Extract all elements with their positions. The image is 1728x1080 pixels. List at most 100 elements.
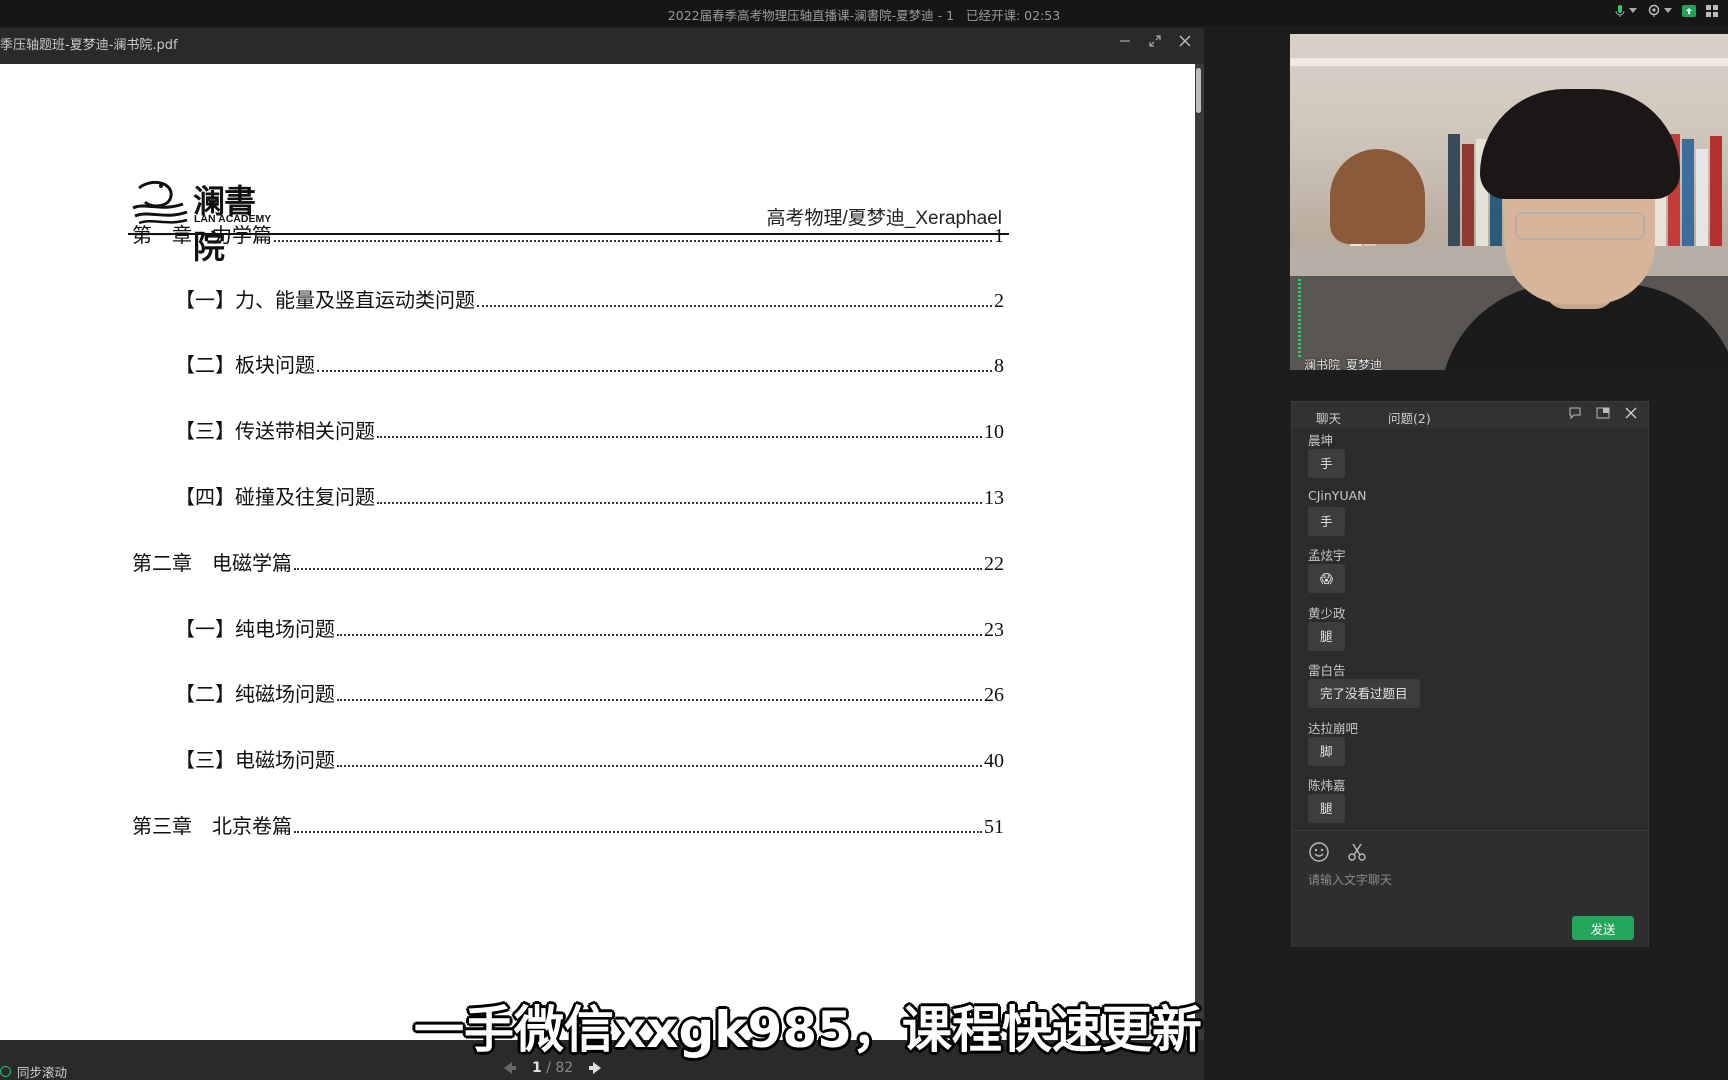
toc-chapter-1[interactable]: 第一章 力学篇 1 [132,220,1004,248]
vertical-scrollbar[interactable] [1195,64,1204,1040]
sync-scroll-toggle[interactable]: 同步滚动 [0,1062,67,1080]
send-button[interactable]: 发送 [1572,916,1634,940]
chat-message: 晨坤 手 [1308,430,1638,488]
camera-toggle[interactable] [1647,4,1672,18]
chat-username: 雷白告 [1308,663,1346,678]
toc-page: 13 [984,487,1004,509]
toc-page: 40 [984,750,1004,772]
app-root: 2022届春季高考物理压轴直播课-澜書院-夏梦迪 - 1 已经开课: 02:53… [0,0,1728,1080]
prev-page-icon[interactable] [500,1060,518,1076]
chat-tab-bar: 聊天 问题(2) [1292,402,1648,428]
toc-leader [337,634,982,636]
pdf-page[interactable]: 澜書院 LAN ACADEMY 高考物理/夏梦迪_Xeraphael 第一章 力… [0,64,1195,1040]
toc-leader [317,370,992,372]
chat-bubble: 手 [1308,506,1345,536]
toc-leader [274,240,992,242]
chat-message: 雷白告 完了没看过题目 [1308,660,1638,718]
toc-leader [377,436,982,438]
toc-section[interactable]: 【三】传送带相关问题 10 [175,416,1004,444]
toc-leader [294,831,982,833]
chat-username: CJinYUAN [1308,487,1367,503]
toc-page: 8 [994,355,1004,377]
toc-leader [337,699,982,701]
close-button[interactable] [1176,32,1194,50]
toc-leader [477,305,992,307]
toc-title: 【四】碰撞及往复问题 [175,485,375,509]
toc-page: 23 [984,619,1004,641]
toc-page: 10 [984,421,1004,443]
scrollbar-thumb[interactable] [1196,68,1201,113]
teacher-glasses [1515,212,1645,240]
toc-section[interactable]: 【四】碰撞及往复问题 13 [175,482,1004,510]
screen-share-icon [1682,5,1696,17]
expand-icon [1149,35,1161,47]
toc-title: 第二章 电磁学篇 [132,551,292,575]
minimize-button[interactable] [1116,32,1134,50]
tab-chat[interactable]: 聊天 [1316,408,1341,427]
sync-radio-icon [0,1066,11,1077]
top-title-bar: 2022届春季高考物理压轴直播课-澜書院-夏梦迪 - 1 已经开课: 02:53 [0,0,1728,26]
close-icon[interactable] [1624,406,1638,420]
close-icon [1179,35,1191,47]
minimize-icon [1120,40,1130,42]
toc-page: 51 [984,816,1004,838]
grid-icon [1706,5,1718,17]
toc-page: 1 [994,225,1004,247]
toc-section[interactable]: 【二】纯磁场问题 26 [175,679,1004,707]
chat-input-placeholder[interactable]: 请输入文字聊天 [1308,871,1392,888]
teacher-video-feed: 澜书院_夏梦迪 [1290,34,1728,370]
chat-bubble: 腿 [1308,794,1345,823]
toc-title: 【三】电磁场问题 [175,748,335,772]
toc-section[interactable]: 【一】纯电场问题 23 [175,614,1004,642]
microphone-icon [1615,5,1625,17]
toc-section[interactable]: 【三】电磁场问题 40 [175,745,1004,773]
popout-icon[interactable] [1596,406,1610,420]
maximize-button[interactable] [1146,32,1164,50]
toc-leader [337,765,982,767]
screen-share-button[interactable] [1682,5,1696,17]
chat-bubble: 😱 [1308,564,1346,593]
toc-chapter-3[interactable]: 第三章 北京卷篇 51 [132,811,1004,839]
total-pages: / 82 [546,1060,574,1076]
pdf-title-bar: 季压轴题班-夏梦迪-澜书院.pdf [0,28,1204,64]
toc-page: 22 [984,553,1004,575]
elapsed-label: 已经开课: [965,8,1021,23]
scissors-icon[interactable] [1346,841,1368,863]
toc-page: 26 [984,684,1004,706]
toc-section[interactable]: 【一】力、能量及竖直运动类问题 2 [175,285,1004,313]
pdf-filename: 季压轴题班-夏梦迪-澜书院.pdf [0,38,178,53]
chat-bubble: 手 [1308,449,1345,478]
chat-message: 达拉崩吧 脚 [1308,718,1638,776]
audio-level-meter [1298,279,1301,359]
chat-message: 黄少政 腿 [1308,603,1638,661]
window-title: 2022届春季高考物理压轴直播课-澜書院-夏梦迪 - 1 已经开课: 02:53 [0,5,1728,24]
layout-grid-button[interactable] [1706,5,1718,17]
microphone-toggle[interactable] [1614,4,1637,18]
video-subtitle-overlay: 一手微信xxgk985，课程快速更新 [414,1001,1202,1059]
course-title: 2022届春季高考物理压轴直播课-澜書院-夏梦迪 - 1 [667,8,955,23]
sync-label: 同步滚动 [17,1065,68,1080]
chat-panel-controls [1568,406,1638,420]
chat-input-tools [1308,841,1368,863]
toc-chapter-2[interactable]: 第二章 电磁学篇 22 [132,548,1004,576]
emoji-icon[interactable] [1308,841,1330,863]
chat-message: 孟炫宇 😱 [1308,545,1638,603]
chat-username: 晨坤 [1308,433,1334,448]
chat-panel: 聊天 问题(2) 晨坤 手 CJinYUAN 手 孟炫宇 😱 黄少政 腿 雷白告… [1291,401,1649,947]
toc-section[interactable]: 【二】板块问题 8 [175,350,1004,378]
chat-bubble: 完了没看过题目 [1308,679,1420,708]
chat-message-list[interactable]: 晨坤 手 CJinYUAN 手 孟炫宇 😱 黄少政 腿 雷白告 完了没看过题目 … [1308,430,1638,833]
chat-username: 陈炜嘉 [1308,778,1346,793]
video-shelf [1290,58,1728,66]
top-right-controls [1614,4,1718,18]
current-page: 1 [532,1060,542,1076]
mammoth-toy [1330,149,1425,244]
next-page-icon[interactable] [587,1060,605,1076]
chat-input-area[interactable]: 请输入文字聊天 发送 [1292,830,1648,947]
chat-bubble: 脚 [1308,736,1345,766]
tab-questions[interactable]: 问题(2) [1388,408,1431,427]
window-controls [1116,32,1194,50]
chat-bubble-icon[interactable] [1568,406,1582,420]
chat-bubble: 腿 [1308,621,1345,651]
toc-leader [377,502,982,504]
